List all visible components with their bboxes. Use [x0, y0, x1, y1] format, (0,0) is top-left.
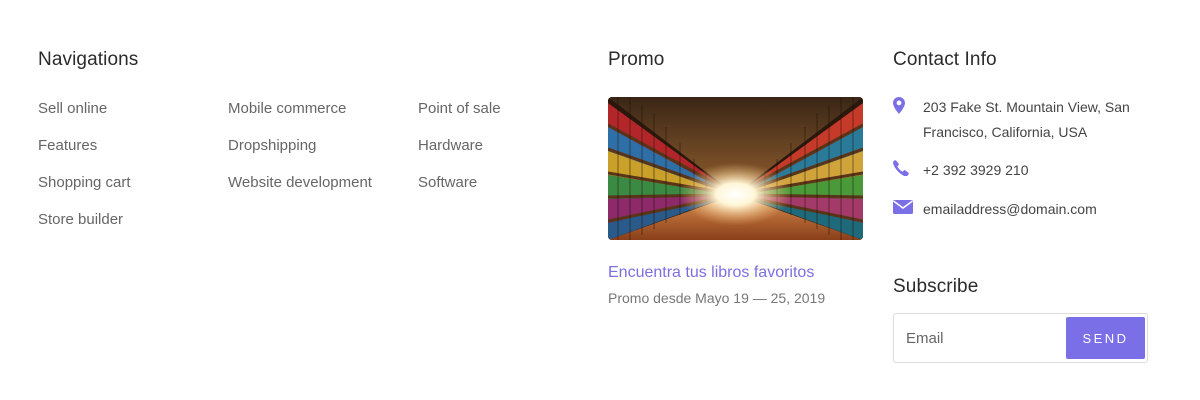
subscribe-email-input[interactable]: [894, 314, 1064, 362]
nav-item: Sell online: [38, 99, 131, 136]
envelope-icon: [893, 197, 923, 222]
contact-email: emailaddress@domain.com: [893, 197, 1097, 222]
nav-item: Point of sale: [418, 99, 501, 136]
subscribe-form: SEND: [893, 313, 1148, 363]
nav-column-2: Mobile commerce Dropshipping Website dev…: [228, 99, 372, 210]
nav-item: Features: [38, 136, 131, 173]
promo-date: Promo desde Mayo 19 — 25, 2019: [608, 290, 826, 306]
address-text: 203 Fake St. Mountain View, San Francisc…: [923, 99, 1130, 140]
nav-link-point-of-sale[interactable]: Point of sale: [418, 99, 501, 119]
nav-item: Hardware: [418, 136, 501, 173]
nav-item: Dropshipping: [228, 136, 372, 173]
map-marker-icon: [893, 95, 923, 145]
nav-link-dropshipping[interactable]: Dropshipping: [228, 136, 316, 156]
nav-link-software[interactable]: Software: [418, 173, 477, 193]
promo-link[interactable]: Encuentra tus libros favoritos: [608, 263, 814, 283]
nav-item: Mobile commerce: [228, 99, 372, 136]
nav-link-shopping-cart[interactable]: Shopping cart: [38, 173, 131, 193]
phone-icon: [893, 158, 923, 183]
phone-text[interactable]: +2 392 3929 210: [923, 158, 1029, 183]
nav-item: Website development: [228, 173, 372, 210]
nav-link-features[interactable]: Features: [38, 136, 97, 156]
subscribe-heading: Subscribe: [893, 276, 979, 297]
nav-column-3: Point of sale Hardware Software: [418, 99, 501, 210]
nav-item: Shopping cart: [38, 173, 131, 210]
promo-image[interactable]: [608, 97, 863, 240]
site-footer: Navigations Sell online Features Shoppin…: [0, 0, 1200, 400]
contact-address: 203 Fake St. Mountain View, San Francisc…: [893, 95, 1153, 145]
nav-link-sell-online[interactable]: Sell online: [38, 99, 107, 119]
nav-item: Store builder: [38, 210, 131, 247]
navigations-heading: Navigations: [38, 49, 139, 70]
send-button[interactable]: SEND: [1066, 317, 1145, 359]
nav-link-mobile-commerce[interactable]: Mobile commerce: [228, 99, 346, 119]
nav-column-1: Sell online Features Shopping cart Store…: [38, 99, 131, 247]
contact-heading: Contact Info: [893, 49, 997, 70]
nav-link-hardware[interactable]: Hardware: [418, 136, 483, 156]
nav-item: Software: [418, 173, 501, 210]
contact-phone: +2 392 3929 210: [893, 158, 1029, 183]
email-text[interactable]: emailaddress@domain.com: [923, 197, 1097, 222]
nav-link-website-development[interactable]: Website development: [228, 173, 372, 193]
nav-link-store-builder[interactable]: Store builder: [38, 210, 123, 230]
promo-heading: Promo: [608, 49, 665, 70]
